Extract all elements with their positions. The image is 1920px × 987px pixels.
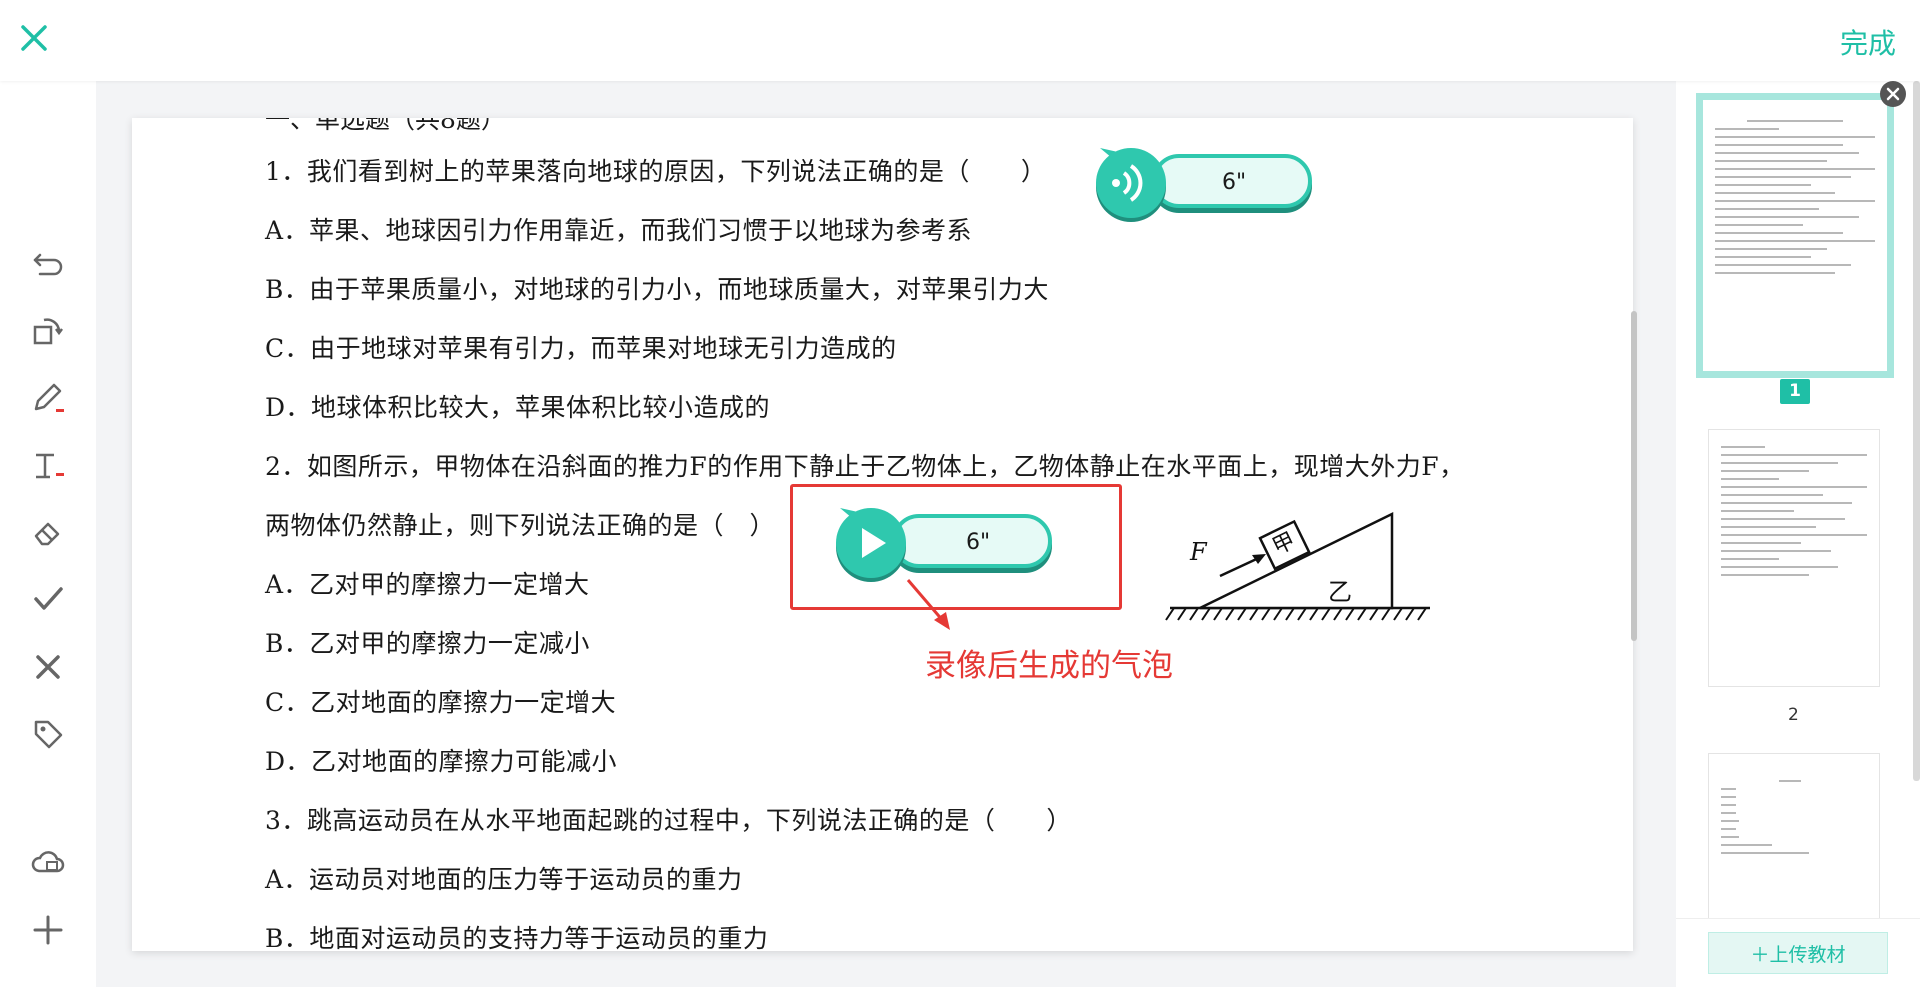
question-line: 1．我们看到树上的苹果落向地球的原因，下列说法正确的是（ ） [265, 157, 1047, 186]
thumbnail-scrollbar[interactable] [1913, 81, 1920, 781]
annotation-text: 录像后生成的气泡 [925, 648, 1173, 684]
question-line: D．地球体积比较大，苹果体积比较小造成的 [265, 393, 771, 422]
question-line: 3．跳高运动员在从水平地面起跳的过程中，下列说法正确的是（ ） [265, 806, 1072, 835]
incline-figure [1165, 511, 1430, 621]
question-line: B．地面对运动员的支持力等于运动员的重力 [265, 924, 769, 951]
cloud-icon[interactable] [28, 842, 68, 882]
audio-wave-icon[interactable] [1096, 148, 1166, 218]
plus-icon[interactable] [28, 910, 68, 950]
scrollbar-thumb[interactable] [1631, 311, 1637, 641]
annotation-arrow [906, 579, 950, 630]
page-thumbnail[interactable] [1708, 753, 1880, 933]
question-line: A．苹果、地球因引力作用靠近，而我们习惯于以地球为参考系 [265, 216, 973, 245]
question-line: A．乙对甲的摩擦力一定增大 [265, 570, 590, 599]
tag-icon[interactable] [28, 714, 68, 754]
question-line: A．运动员对地面的压力等于运动员的重力 [265, 865, 743, 894]
upload-bar: ＋上传教材 [1676, 918, 1920, 987]
figure-force-label: F [1190, 538, 1207, 566]
done-button[interactable]: 完成 [1840, 22, 1896, 62]
question-line: 2．如图所示，甲物体在沿斜面的推力F的作用下静止于乙物体上，乙物体静止在水平面上… [265, 452, 1465, 481]
rotate-icon[interactable] [28, 310, 68, 350]
audio-bubble[interactable]: 6" [1096, 138, 1318, 228]
tool-rail [0, 81, 96, 987]
question-line: C．乙对地面的摩擦力一定增大 [265, 688, 617, 717]
pen-icon[interactable] [28, 377, 68, 417]
bubble-duration: 6" [1222, 170, 1247, 195]
top-bar: 完成 [0, 0, 1920, 81]
question-line: D．乙对地面的摩擦力可能减小 [265, 747, 618, 776]
page-number-badge: 1 [1780, 379, 1810, 404]
upload-material-button[interactable]: ＋上传教材 [1708, 932, 1888, 974]
question-line: B．由于苹果质量小，对地球的引力小，而地球质量大，对苹果引力大 [265, 275, 1049, 304]
page-thumbnail[interactable] [1708, 429, 1880, 687]
close-icon[interactable] [18, 22, 50, 54]
figure-block-b-label: 乙 [1328, 578, 1352, 606]
thumbnail-panel: 1 2 [1676, 81, 1920, 987]
question-line: C．由于地球对苹果有引力，而苹果对地球无引力造成的 [265, 334, 897, 363]
question-line: B．乙对甲的摩擦力一定减小 [265, 629, 590, 658]
undo-icon[interactable] [28, 243, 68, 283]
eraser-icon[interactable] [28, 512, 68, 552]
document-scrollbar[interactable] [1631, 181, 1637, 961]
check-icon[interactable] [28, 579, 68, 619]
question-line: 两物体仍然静止，则下列说法正确的是（ ） [265, 511, 776, 540]
section-heading: 一、单选题（共8题） [265, 118, 506, 134]
close-thumbnail-icon[interactable] [1880, 81, 1906, 107]
text-icon[interactable] [28, 445, 68, 485]
page-thumbnail[interactable] [1696, 93, 1894, 378]
page-number: 2 [1788, 705, 1799, 725]
cross-icon[interactable] [28, 647, 68, 687]
